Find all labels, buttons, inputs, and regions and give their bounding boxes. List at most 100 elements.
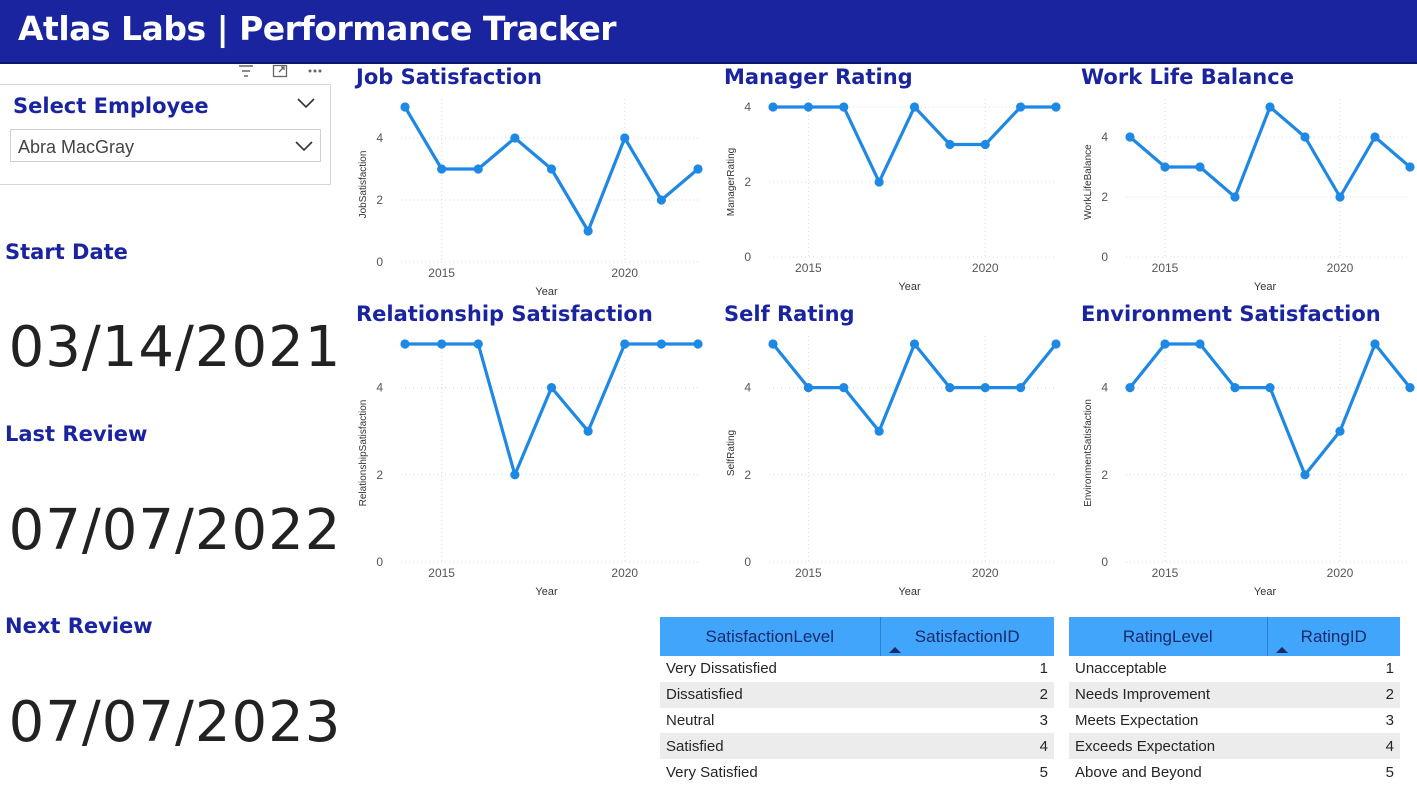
data-point — [768, 102, 778, 112]
data-point — [980, 383, 990, 393]
column-header-satisfaction-id[interactable]: SatisfactionID — [880, 617, 1054, 656]
data-point — [1125, 383, 1135, 393]
table-row[interactable]: Very Dissatisfied 1 — [660, 656, 1054, 682]
start-date-value: 03/14/2021 — [8, 315, 342, 380]
column-header-label: SatisfactionID — [914, 626, 1020, 646]
environment-satisfaction-chart[interactable]: 2015 2020 0 2 4 Year EnvironmentSatisfaction — [1075, 332, 1417, 600]
data-point — [839, 102, 849, 112]
x-tick-label: 2015 — [1152, 261, 1179, 275]
data-point — [546, 164, 557, 174]
data-point — [510, 470, 520, 480]
data-point — [1230, 383, 1240, 393]
satisfaction-table: SatisfactionLevel SatisfactionID Very Di… — [660, 617, 1054, 785]
x-tick-label: 2020 — [611, 566, 638, 580]
column-header-satisfaction-level[interactable]: SatisfactionLevel — [660, 617, 881, 656]
data-point — [656, 339, 666, 349]
table-row[interactable]: Dissatisfied 2 — [660, 681, 1054, 708]
x-axis-label: Year — [1254, 281, 1277, 293]
app-header: Atlas Labs | Performance Tracker — [0, 0, 1417, 64]
manager-rating-chart[interactable]: 2015 2020 0 2 4 Year ManagerRating — [718, 95, 1063, 295]
x-tick-label: 2020 — [1327, 261, 1354, 275]
data-point — [620, 339, 630, 349]
y-tick-label: 4 — [376, 131, 383, 145]
y-tick-label: 0 — [1101, 555, 1108, 569]
data-point — [1265, 383, 1275, 393]
data-point — [803, 102, 813, 112]
table-cell: 3 — [1385, 711, 1394, 729]
data-point — [1405, 162, 1415, 172]
y-tick-label: 2 — [744, 175, 751, 189]
chevron-down-icon[interactable] — [296, 95, 316, 111]
work-life-balance-chart[interactable]: 2015 2020 0 2 4 Year WorkLifeBalance — [1075, 95, 1417, 295]
y-tick-label: 2 — [376, 193, 383, 207]
next-review-value: 07/07/2023 — [8, 690, 342, 755]
employee-slicer: Select Employee Abra MacGray — [0, 84, 331, 185]
job-satisfaction-chart[interactable]: 2015 2020 0 2 4 Year JobSatisfaction — [350, 95, 705, 300]
x-tick-label: 2015 — [795, 261, 822, 275]
table-row[interactable]: Satisfied 4 — [660, 733, 1054, 760]
more-options-icon[interactable] — [305, 64, 325, 82]
y-tick-label: 2 — [1101, 468, 1108, 482]
y-axis-label: SelfRating — [726, 430, 737, 476]
data-point — [1016, 102, 1026, 112]
table-row[interactable]: Exceeds Expectation 4 — [1069, 733, 1400, 760]
data-point — [546, 383, 557, 393]
x-axis-label: Year — [898, 586, 921, 598]
self-rating-title: Self Rating — [724, 302, 855, 326]
data-point — [909, 339, 920, 349]
table-row[interactable]: Above and Beyond 5 — [1069, 759, 1400, 785]
column-header-rating-level[interactable]: RatingLevel — [1069, 617, 1268, 656]
data-point — [473, 339, 483, 349]
data-point — [1051, 339, 1061, 349]
table-cell: 3 — [1039, 711, 1048, 729]
focus-mode-icon[interactable] — [270, 64, 290, 82]
y-tick-label: 4 — [744, 100, 751, 114]
data-point — [1195, 162, 1205, 172]
y-tick-label: 0 — [376, 255, 383, 269]
data-point — [1230, 192, 1240, 202]
x-axis-label: Year — [535, 586, 558, 598]
data-point — [1125, 132, 1135, 142]
y-tick-label: 0 — [1101, 250, 1108, 264]
data-point — [1370, 339, 1380, 349]
y-axis-label: RelationshipSatisfaction — [358, 400, 369, 507]
x-tick-label: 2020 — [972, 261, 999, 275]
y-tick-label: 2 — [1101, 190, 1108, 204]
chevron-down-icon[interactable] — [294, 138, 314, 154]
last-review-label: Last Review — [5, 422, 148, 446]
data-point — [1300, 470, 1310, 480]
next-review-label: Next Review — [5, 614, 153, 638]
self-rating-chart[interactable]: 2015 2020 0 2 4 Year SelfRating — [718, 332, 1063, 600]
data-point — [1160, 339, 1170, 349]
data-point — [1160, 162, 1170, 172]
relationship-satisfaction-chart[interactable]: 2015 2020 0 2 4 Year RelationshipSatisfaction — [350, 332, 705, 600]
x-tick-label: 2015 — [1152, 566, 1179, 580]
filter-icon[interactable] — [236, 64, 256, 82]
table-cell: Satisfied — [660, 733, 880, 760]
column-header-rating-id[interactable]: RatingID — [1267, 617, 1400, 656]
y-tick-label: 2 — [744, 468, 751, 482]
table-cell: 1 — [1385, 660, 1394, 678]
table-row[interactable]: Very Satisfied 5 — [660, 759, 1054, 785]
y-tick-label: 4 — [1101, 381, 1108, 395]
data-point — [1300, 132, 1310, 142]
data-point — [583, 226, 593, 236]
table-cell: 4 — [880, 733, 1054, 760]
table-row[interactable]: Neutral 3 — [660, 708, 1054, 734]
rating-table: RatingLevel RatingID Unacceptable 1 Needs… — [1069, 617, 1400, 785]
table-row[interactable]: Meets Expectation 3 — [1069, 708, 1400, 734]
table-cell: 5 — [1039, 763, 1048, 781]
employee-dropdown[interactable]: Abra MacGray — [10, 129, 321, 162]
data-point — [473, 164, 483, 174]
data-point — [1405, 383, 1415, 393]
relationship-satisfaction-title: Relationship Satisfaction — [356, 302, 653, 326]
x-axis-label: Year — [898, 281, 921, 293]
page-title: Atlas Labs | Performance Tracker — [18, 9, 617, 48]
table-row[interactable]: Needs Improvement 2 — [1069, 681, 1400, 708]
environment-satisfaction-title: Environment Satisfaction — [1081, 302, 1381, 326]
data-point — [874, 177, 884, 187]
table-cell: 1 — [1039, 660, 1048, 678]
table-row[interactable]: Unacceptable 1 — [1069, 656, 1400, 682]
data-point — [945, 139, 955, 150]
x-axis-label: Year — [535, 286, 558, 298]
